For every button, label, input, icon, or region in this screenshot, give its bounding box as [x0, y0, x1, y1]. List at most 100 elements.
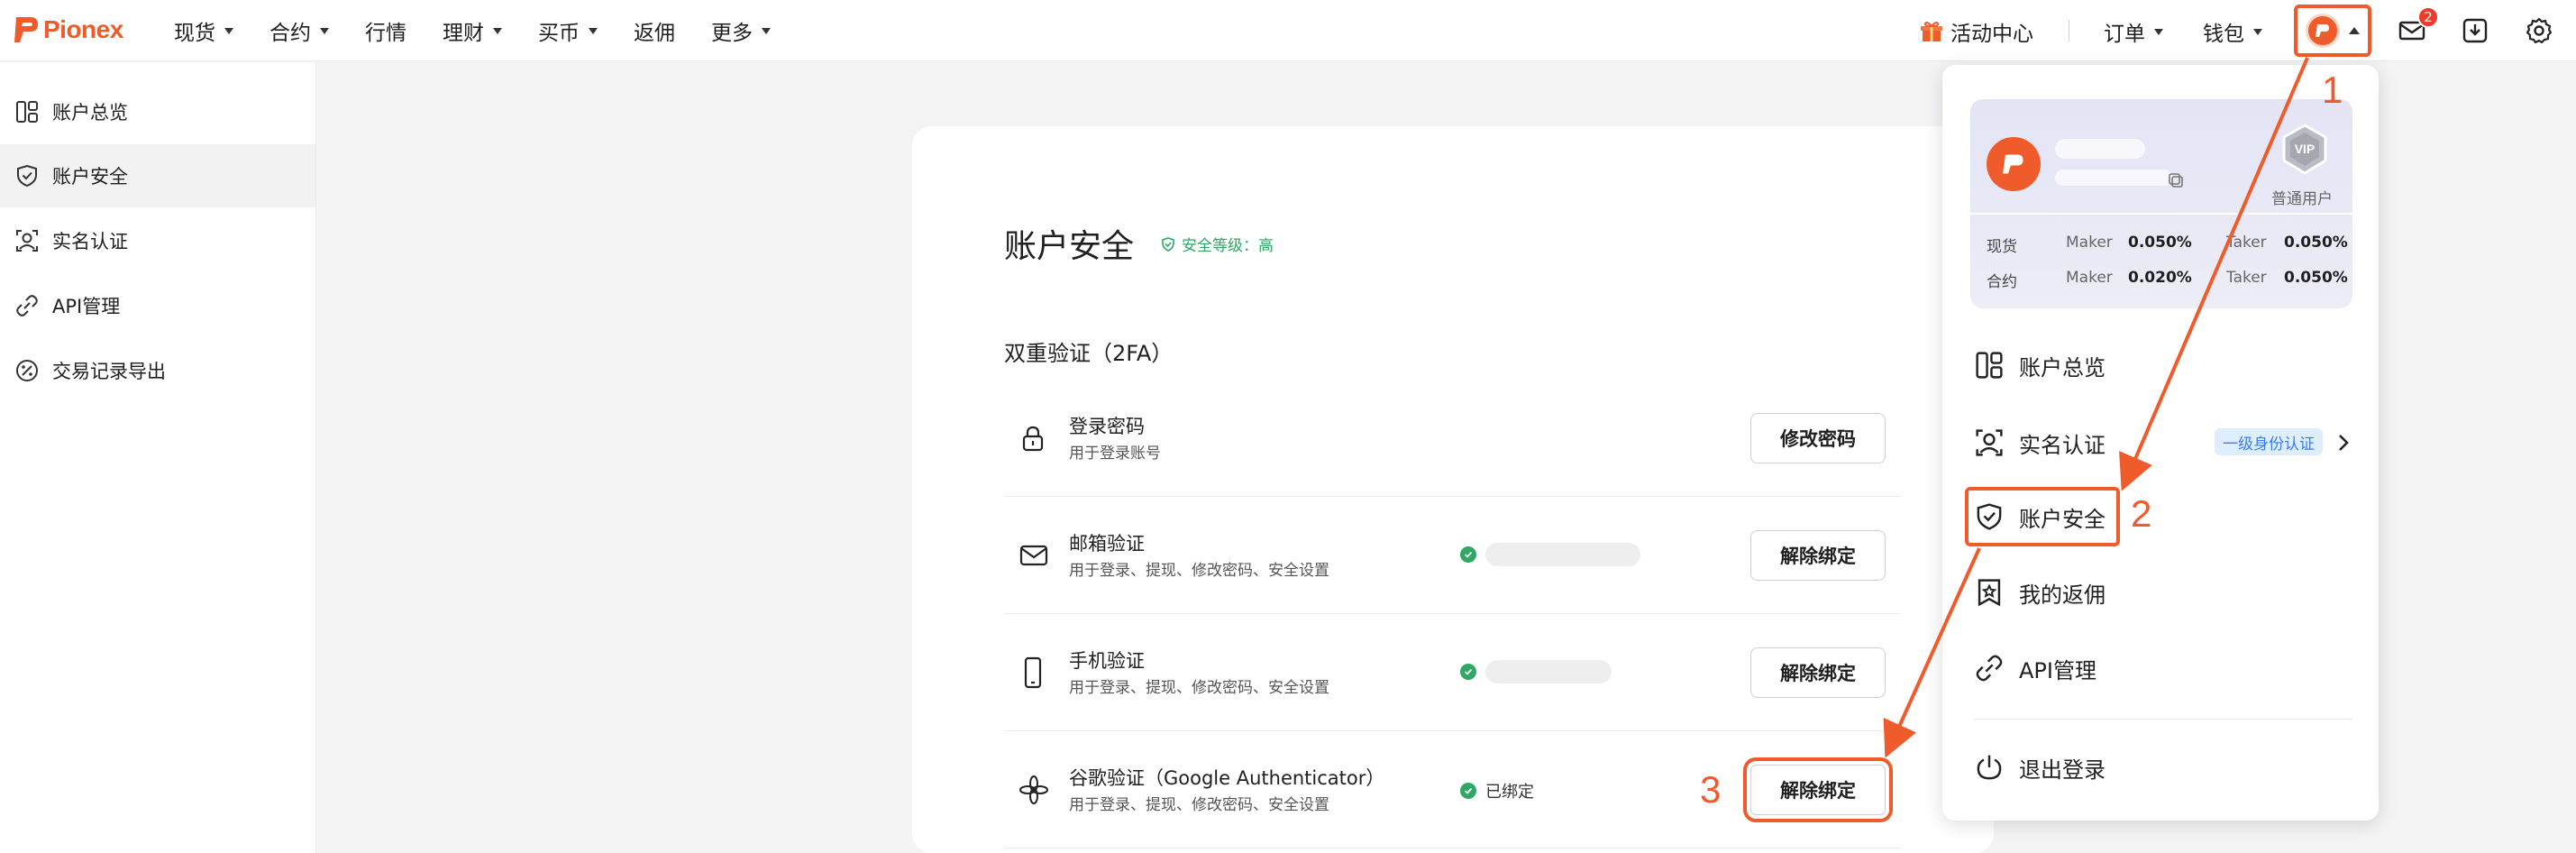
- check-circle-icon: [1460, 783, 1476, 799]
- taker-label: Taker: [2226, 234, 2267, 252]
- api-link-icon: [16, 295, 38, 316]
- change-password-button[interactable]: 修改密码: [1750, 413, 1886, 463]
- avatar: [2306, 14, 2340, 48]
- maker-label: Maker: [2066, 269, 2113, 287]
- shield-check-icon: [1162, 236, 1174, 252]
- row-title: 手机验证: [1069, 650, 1145, 672]
- shield-icon: [17, 164, 37, 188]
- fee-market: 现货: [1987, 238, 2017, 256]
- sidebar-item-label: 账户安全: [52, 166, 128, 188]
- divider: [1974, 719, 2352, 720]
- percent-icon: [16, 360, 38, 381]
- nav-label: 买币: [538, 22, 580, 45]
- gift-icon: [1921, 22, 1942, 41]
- check-circle-icon: [1460, 546, 1476, 563]
- sidebar-item-label: 实名认证: [52, 231, 128, 252]
- unbind-phone-button[interactable]: 解除绑定: [1750, 647, 1886, 698]
- sidebar-item-overview[interactable]: 账户总览: [0, 80, 315, 143]
- main-nav: 现货 合约 行情 理财 买币 返佣 更多: [174, 0, 807, 61]
- star-bookmark-icon: [1978, 579, 2001, 607]
- taker-label: Taker: [2226, 269, 2267, 287]
- maker-fee: 0.020%: [2128, 269, 2192, 287]
- bind-status: [1460, 543, 1640, 566]
- nav-label: 理财: [443, 22, 484, 45]
- nav-markets[interactable]: 行情: [365, 15, 406, 46]
- vip-badge-text: VIP: [2295, 142, 2316, 156]
- nav-label: 更多: [711, 22, 753, 45]
- nav-label: 行情: [365, 22, 406, 45]
- copy-icon[interactable]: [2167, 171, 2185, 189]
- security-row-email: 邮箱验证 用于登录、提现、修改密码、安全设置 解除绑定: [1004, 497, 1901, 614]
- menu-item-api[interactable]: API管理: [1974, 643, 2352, 693]
- menu-item-rebate[interactable]: 我的返佣: [1974, 567, 2352, 618]
- fee-market: 合约: [1987, 273, 2017, 291]
- chevron-right-icon: [2339, 435, 2349, 451]
- masked-uid: [2055, 170, 2172, 186]
- chevron-up-icon: [2349, 27, 2360, 34]
- user-scan-icon: [1976, 429, 2003, 456]
- row-subtitle: 用于登录、提现、修改密码、安全设置: [1069, 796, 1329, 814]
- step-number: 2: [2131, 492, 2152, 535]
- fee-row-futures: 合约 Maker 0.020% Taker 0.050%: [1987, 269, 2348, 291]
- download-icon[interactable]: [2461, 16, 2489, 45]
- maker-label: Maker: [2066, 234, 2113, 252]
- bound-status-text: 已绑定: [1485, 783, 1534, 802]
- masked-username: [2055, 139, 2145, 159]
- sidebar-item-security[interactable]: 账户安全: [0, 144, 315, 207]
- nav-label: 订单: [2104, 23, 2145, 46]
- security-level-text: 安全等级：高: [1182, 237, 1274, 255]
- sidebar-item-label: 交易记录导出: [52, 361, 166, 382]
- chevron-down-icon: [320, 27, 329, 34]
- nav-referral[interactable]: 返佣: [634, 15, 675, 46]
- nav-futures[interactable]: 合约: [269, 15, 329, 46]
- maker-fee: 0.050%: [2128, 234, 2192, 252]
- security-row-google-authenticator: 谷歌验证（Google Authenticator） 用于登录、提现、修改密码、…: [1004, 731, 1901, 848]
- fee-row-spot: 现货 Maker 0.050% Taker 0.050%: [1987, 234, 2348, 256]
- kyc-level-badge: 一级身份认证: [2215, 428, 2323, 455]
- section-title-2fa: 双重验证（2FA）: [1004, 341, 1174, 366]
- menu-item-overview[interactable]: 账户总览: [1974, 340, 2352, 390]
- authenticator-icon: [1019, 775, 1048, 804]
- power-icon: [1977, 755, 2002, 780]
- bind-status: [1460, 660, 1612, 683]
- nav-wallet[interactable]: 钱包: [2203, 16, 2262, 47]
- pionex-logo[interactable]: Pionex: [13, 14, 123, 46]
- row-title: 登录密码: [1069, 416, 1145, 437]
- sidebar-item-kyc[interactable]: 实名认证: [0, 209, 315, 272]
- sidebar-item-label: API管理: [52, 296, 121, 317]
- page-title: 账户安全: [1004, 228, 1135, 265]
- pionex-avatar-icon: [2316, 24, 2329, 37]
- avatar: [1987, 137, 2041, 191]
- sidebar: 账户总览 账户安全 实名认证 API管理 交易记录导出: [0, 62, 316, 853]
- gear-icon[interactable]: [2525, 16, 2553, 45]
- nav-label: 现货: [174, 22, 215, 45]
- nav-earn[interactable]: 理财: [443, 15, 502, 46]
- sidebar-item-api[interactable]: API管理: [0, 274, 315, 337]
- pionex-logo-icon: [14, 17, 38, 42]
- nav-label: 合约: [269, 22, 311, 45]
- nav-orders[interactable]: 订单: [2104, 16, 2163, 47]
- top-navbar: Pionex 现货 合约 行情 理财 买币 返佣 更多 活动中心 订单 钱包 2: [0, 0, 2576, 61]
- sidebar-item-label: 账户总览: [52, 102, 128, 124]
- step-highlight-box: [1965, 487, 2120, 546]
- unbind-google-authenticator-button[interactable]: 解除绑定: [1750, 765, 1886, 815]
- menu-item-label: API管理: [2019, 657, 2096, 683]
- phone-icon: [1024, 656, 1042, 688]
- taker-fee: 0.050%: [2284, 234, 2348, 252]
- masked-phone: [1485, 660, 1612, 683]
- account-menu-button[interactable]: [2294, 5, 2371, 57]
- menu-item-label: 账户总览: [2019, 354, 2106, 381]
- notification-badge: 2: [2417, 6, 2439, 28]
- menu-item-logout[interactable]: 退出登录: [1974, 742, 2352, 793]
- menu-item-label: 实名认证: [2019, 432, 2106, 458]
- vip-badge-icon: VIP: [2282, 124, 2327, 175]
- activity-center-link[interactable]: 活动中心: [1920, 16, 2033, 47]
- nav-buy-crypto[interactable]: 买币: [538, 15, 598, 46]
- security-row-phone: 手机验证 用于登录、提现、修改密码、安全设置 解除绑定: [1004, 614, 1901, 731]
- user-scan-icon: [16, 230, 38, 252]
- nav-more[interactable]: 更多: [711, 15, 771, 46]
- unbind-email-button[interactable]: 解除绑定: [1750, 530, 1886, 581]
- pionex-avatar-icon: [2003, 154, 2023, 174]
- sidebar-item-export[interactable]: 交易记录导出: [0, 339, 315, 402]
- nav-spot[interactable]: 现货: [174, 15, 233, 46]
